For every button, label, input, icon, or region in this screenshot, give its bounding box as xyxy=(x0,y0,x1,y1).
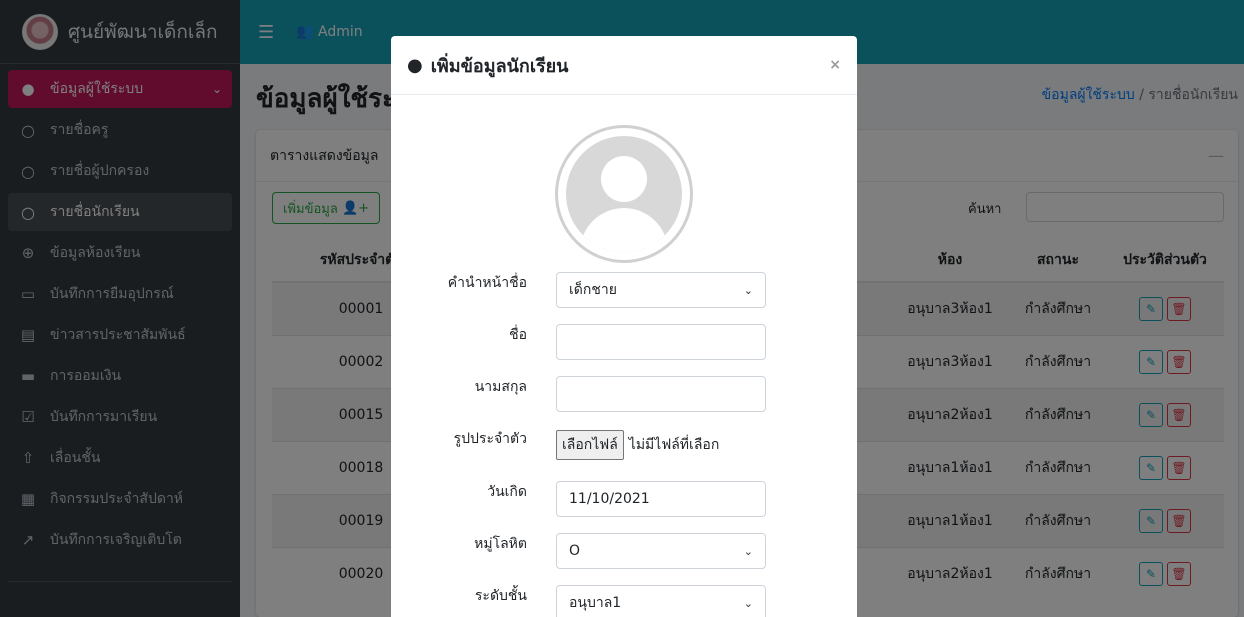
lastname-row: นามสกุล xyxy=(391,376,857,412)
avatar-placeholder xyxy=(555,125,693,263)
prefix-row: คำนำหน้าชื่อ เด็กชาย ⌄ xyxy=(391,272,857,308)
user-circle-icon: ● xyxy=(407,54,423,76)
avatar-body xyxy=(580,208,668,252)
modal-header: ● เพิ่มข้อมูลนักเรียน × xyxy=(391,36,857,95)
lastname-label: นามสกุล xyxy=(474,379,527,395)
choose-file-button[interactable]: เลือกไฟล์ xyxy=(556,430,624,460)
photo-row: รูปประจำตัว เลือกไฟล์ ไม่มีไฟล์ที่เลือก xyxy=(391,428,857,464)
level-select[interactable]: อนุบาล1 ⌄ xyxy=(556,585,766,617)
birthdate-input[interactable]: 11/10/2021 xyxy=(556,481,766,517)
avatar-head xyxy=(601,156,647,202)
blood-select[interactable]: O ⌄ xyxy=(556,533,766,569)
firstname-row: ชื่อ xyxy=(391,324,857,360)
modal-title: เพิ่มข้อมูลนักเรียน xyxy=(430,55,569,77)
avatar-icon xyxy=(566,136,682,252)
lastname-input[interactable] xyxy=(556,376,766,412)
level-value: อนุบาล1 xyxy=(569,595,622,611)
blood-value: O xyxy=(569,543,581,559)
birthdate-row: วันเกิด 11/10/2021 xyxy=(391,481,857,517)
blood-label: หมู่โลหิต xyxy=(474,536,527,552)
birthdate-label: วันเกิด xyxy=(487,484,527,500)
close-button[interactable]: × xyxy=(829,57,841,73)
prefix-select[interactable]: เด็กชาย ⌄ xyxy=(556,272,766,308)
blood-row: หมู่โลหิต O ⌄ xyxy=(391,533,857,569)
photo-file-input: เลือกไฟล์ ไม่มีไฟล์ที่เลือก xyxy=(556,430,719,460)
chevron-down-icon: ⌄ xyxy=(743,283,753,297)
level-row: ระดับชั้น อนุบาล1 ⌄ xyxy=(391,585,857,617)
level-label: ระดับชั้น xyxy=(474,588,527,604)
prefix-value: เด็กชาย xyxy=(569,282,617,298)
chevron-down-icon: ⌄ xyxy=(743,596,753,610)
chevron-down-icon: ⌄ xyxy=(743,544,753,558)
prefix-label: คำนำหน้าชื่อ xyxy=(447,275,527,291)
add-student-modal: ● เพิ่มข้อมูลนักเรียน × คำนำหน้าชื่อ เด็… xyxy=(391,36,857,617)
photo-label: รูปประจำตัว xyxy=(453,431,527,447)
file-status: ไม่มีไฟล์ที่เลือก xyxy=(628,437,720,453)
firstname-label: ชื่อ xyxy=(509,327,527,343)
firstname-input[interactable] xyxy=(556,324,766,360)
